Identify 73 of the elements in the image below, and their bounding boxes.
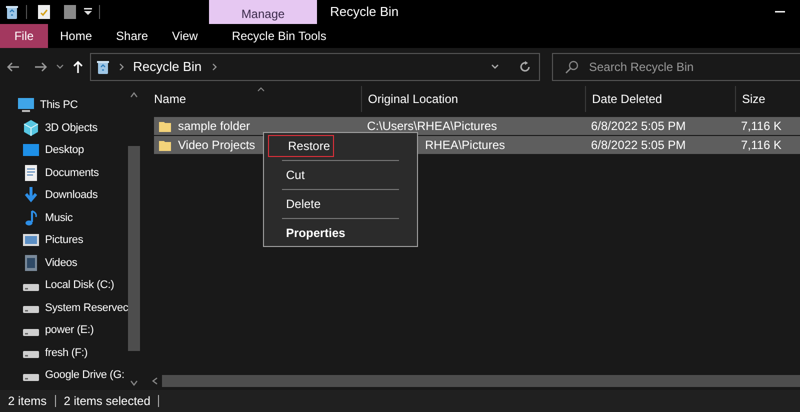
table-cell-text: 6/8/2022 5:05 PM <box>590 118 687 135</box>
table-cell-text: RHEA\Pictures <box>424 137 506 154</box>
refresh-icon[interactable] <box>519 61 531 73</box>
drive-icon <box>23 306 39 314</box>
back-icon[interactable] <box>6 61 20 73</box>
file-row[interactable]: sample folder C:\Users\RHEA\Pictures 6/8/2022 5:05 PM 7,116 K <box>154 117 800 135</box>
search-field[interactable]: Search Recycle Bin <box>552 53 800 81</box>
dropdown-icon[interactable] <box>83 7 93 17</box>
ribbon-tab[interactable]: Share <box>104 24 160 48</box>
table-cell-text: C:\Users\RHEA\Pictures <box>366 118 498 135</box>
monitor-icon <box>17 96 35 114</box>
column-header[interactable]: Size <box>735 86 800 112</box>
drive-icon <box>23 374 39 381</box>
breadcrumb-item[interactable]: Recycle Bin <box>133 57 202 77</box>
cube-icon <box>22 118 40 137</box>
scroll-up-icon[interactable] <box>130 92 138 98</box>
sidebar-item[interactable]: Desktop <box>45 142 84 158</box>
sidebar-item[interactable]: Local Disk (C:) <box>45 277 114 294</box>
table-cell-text: 7,116 K <box>740 137 782 154</box>
search-input[interactable]: Search Recycle Bin <box>589 58 769 76</box>
sidebar-item[interactable]: This PC <box>40 97 78 114</box>
download-icon <box>22 186 40 204</box>
sidebar-item[interactable]: Downloads <box>45 187 98 204</box>
sidebar-item[interactable]: power (E:) <box>45 322 94 338</box>
dropdown-icon[interactable] <box>491 64 499 70</box>
drive-icon <box>23 328 39 336</box>
scrollbar-thumb[interactable] <box>128 146 140 351</box>
sidebar-item[interactable]: Google Drive (G: <box>45 367 124 384</box>
sort-icon[interactable] <box>257 87 265 92</box>
window-title: Recycle Bin <box>330 3 399 22</box>
sidebar-item[interactable]: Music <box>45 210 73 226</box>
forward-icon[interactable] <box>34 61 48 73</box>
checklist-icon[interactable] <box>37 4 51 20</box>
drive-icon <box>23 351 39 358</box>
sidebar-item[interactable]: 3D Objects <box>45 120 98 136</box>
scrollbar-thumb[interactable] <box>162 375 800 387</box>
scroll-down-icon[interactable] <box>130 380 138 386</box>
drive-icon <box>23 284 39 291</box>
status-text: 2 items selected <box>64 393 150 410</box>
ribbon-tab[interactable]: Home <box>48 24 104 48</box>
sidebar-item[interactable]: System Reservec <box>45 300 128 316</box>
menu-item[interactable]: Delete <box>266 193 415 215</box>
search-icon <box>565 60 579 74</box>
chevron-right-icon[interactable] <box>119 63 125 71</box>
column-header[interactable]: Name <box>148 86 361 112</box>
scroll-left-icon[interactable] <box>152 377 158 385</box>
table-cell-text: Video Projects <box>178 137 256 154</box>
table-cell-text: 7,116 K <box>740 118 782 135</box>
folder-icon <box>158 119 172 133</box>
sidebar-item[interactable]: Documents <box>45 164 99 181</box>
film-icon <box>22 254 40 272</box>
column-header[interactable]: Date Deleted <box>585 86 735 112</box>
folder-icon <box>158 138 172 152</box>
recycle-bin-icon[interactable] <box>4 4 20 20</box>
ribbon-tab[interactable]: Recycle Bin Tools <box>220 24 338 48</box>
ribbon-tab[interactable]: View <box>160 24 210 48</box>
menu-item[interactable]: Properties <box>266 222 415 244</box>
table-cell-text: 6/8/2022 5:05 PM <box>590 137 687 154</box>
file-tab[interactable]: File <box>0 24 48 48</box>
address-bar[interactable]: Recycle Bin <box>90 53 540 81</box>
menu-item[interactable]: Restore <box>268 135 334 157</box>
status-text: 2 items <box>8 393 47 410</box>
chevron-right-icon[interactable] <box>212 63 218 71</box>
table-cell-text: sample folder <box>178 118 250 135</box>
sidebar-item[interactable]: Videos <box>45 254 78 271</box>
recent-locations-icon[interactable] <box>56 64 64 70</box>
context-tab-header[interactable]: Manage <box>209 0 317 24</box>
sidebar-item[interactable]: Pictures <box>45 232 84 248</box>
column-header[interactable]: Original Location <box>361 86 585 112</box>
up-icon[interactable] <box>72 60 84 74</box>
recycle-bin-icon <box>95 59 111 75</box>
sidebar-item[interactable]: fresh (F:) <box>45 344 88 361</box>
menu-item[interactable]: Cut <box>266 164 415 186</box>
